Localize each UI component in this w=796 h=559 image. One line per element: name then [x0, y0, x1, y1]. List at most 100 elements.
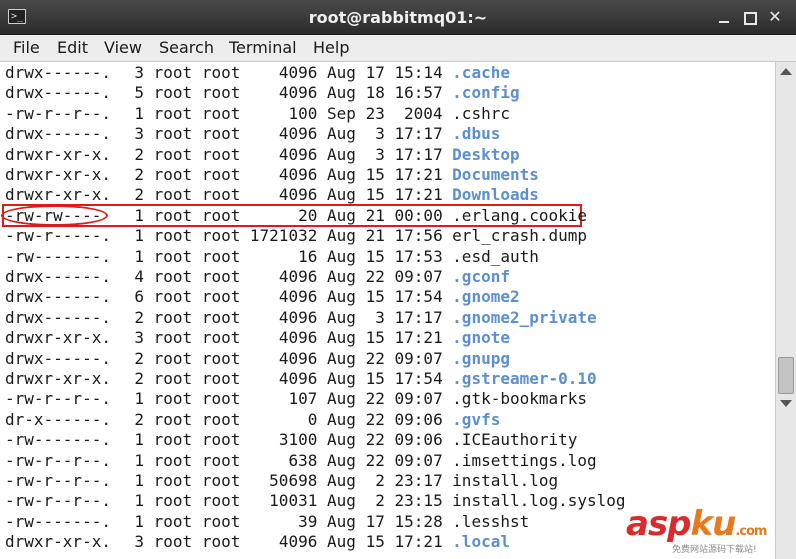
menu-file[interactable]: File	[13, 35, 40, 62]
owner: root	[153, 205, 193, 225]
permissions: -rw-r--r--.	[5, 450, 111, 470]
group: root	[201, 205, 241, 225]
menu-help[interactable]: Help	[313, 35, 349, 62]
group: root	[201, 63, 241, 82]
maximize-icon[interactable]	[740, 8, 758, 26]
file-size: 4096	[278, 144, 318, 164]
time: 09:06	[394, 409, 443, 429]
time: 09:07	[394, 267, 443, 286]
owner: root	[153, 144, 193, 164]
terminal-output[interactable]: drwx------. 3 root root 4096 Aug 17 15:14 .…	[0, 62, 775, 559]
file-size: 4096	[278, 532, 318, 552]
owner: root	[153, 532, 193, 552]
menu-edit[interactable]: Edit	[57, 35, 88, 62]
group: root	[201, 450, 241, 470]
owner: root	[153, 226, 193, 246]
scroll-thumb[interactable]	[778, 357, 794, 394]
day: 22	[365, 389, 385, 409]
link-count: 4	[134, 267, 144, 286]
close-icon[interactable]: ✕	[766, 8, 784, 26]
file-name: .gtk-bookmarks	[452, 389, 588, 409]
file-size: 4096	[278, 83, 318, 103]
file-name: .erlang.cookie	[452, 205, 588, 225]
owner: root	[153, 389, 193, 409]
directory-name: .gnome2_private	[452, 307, 597, 327]
listing-row: drwxr-xr-x. 3 root root 4096 Aug 15 17:21 .…	[5, 328, 510, 348]
link-count: 1	[134, 450, 144, 470]
file-name: install.log.syslog	[452, 491, 626, 511]
permissions: -rw-------.	[5, 511, 111, 531]
time: 17:17	[394, 124, 443, 144]
day: 15	[365, 532, 385, 552]
month: Aug	[326, 389, 356, 409]
title-bar[interactable]: >_ root@rabbitmq01:~ ✕	[0, 0, 796, 35]
permissions: drwx------.	[5, 124, 111, 144]
scroll-down-icon[interactable]	[780, 400, 792, 407]
file-size: 50698	[269, 471, 318, 490]
file-size: 4096	[278, 267, 318, 286]
link-count: 1	[134, 246, 144, 266]
group: root	[201, 267, 241, 286]
file-size: 39	[298, 511, 318, 531]
time: 17:54	[394, 369, 443, 388]
group: root	[201, 511, 241, 531]
file-size: 4096	[278, 63, 318, 82]
month: Sep	[326, 103, 356, 123]
group: root	[201, 409, 241, 429]
listing-row: -rw-r--r--. 1 root root 638 Aug 22 09:07 .i…	[5, 451, 597, 471]
owner: root	[153, 328, 193, 348]
month: Aug	[326, 226, 356, 246]
listing-row: drwx------. 3 root root 4096 Aug 17 15:14 .…	[5, 63, 510, 83]
group: root	[201, 491, 241, 511]
directory-name: .dbus	[452, 124, 501, 144]
day: 15	[365, 165, 385, 184]
listing-row: -rw-------. 1 root root 3100 Aug 22 09:06 .…	[5, 430, 577, 450]
link-count: 2	[134, 369, 144, 388]
permissions: drwx------.	[5, 267, 111, 286]
day: 2	[375, 471, 385, 490]
permissions: -rw-r--r--.	[5, 103, 111, 123]
day: 23	[365, 103, 385, 123]
owner: root	[153, 471, 193, 490]
listing-row: drwxr-xr-x. 3 root root 4096 Aug 15 17:21 .…	[5, 532, 510, 552]
file-size: 4096	[278, 287, 318, 307]
time: 23:17	[394, 471, 443, 490]
month: Aug	[326, 471, 356, 490]
time: 17:54	[394, 287, 443, 307]
scroll-up-icon[interactable]	[780, 68, 792, 75]
owner: root	[153, 511, 193, 531]
month: Aug	[326, 511, 356, 531]
listing-row: -rw-r-----. 1 root root 1721032 Aug 21 17:5…	[5, 226, 587, 246]
menu-terminal[interactable]: Terminal	[229, 35, 297, 62]
permissions: drwx------.	[5, 348, 111, 368]
menu-search[interactable]: Search	[159, 35, 214, 62]
day: 21	[365, 226, 385, 246]
permissions: -rw-r--r--.	[5, 471, 111, 490]
permissions: -rw-------.	[5, 430, 111, 450]
group: root	[201, 532, 241, 552]
day: 17	[365, 511, 385, 531]
month: Aug	[326, 328, 356, 348]
minimize-icon[interactable]	[715, 8, 733, 26]
owner: root	[153, 63, 193, 82]
owner: root	[153, 287, 193, 307]
group: root	[201, 144, 241, 164]
group: root	[201, 124, 241, 144]
day: 22	[365, 267, 385, 286]
file-size: 4096	[278, 369, 318, 388]
file-size: 1721032	[249, 226, 318, 246]
permissions: drwx------.	[5, 287, 111, 307]
link-count: 2	[134, 348, 144, 368]
listing-row: -rw-r--r--. 1 root root 107 Aug 22 09:07 .g…	[5, 389, 587, 409]
menu-view[interactable]: View	[104, 35, 142, 62]
month: Aug	[326, 144, 356, 164]
listing-row: -rw-r--r--. 1 root root 10031 Aug 2 23:15 i…	[5, 491, 626, 511]
link-count: 3	[134, 532, 144, 552]
owner: root	[153, 450, 193, 470]
time: 17:21	[394, 328, 443, 348]
group: root	[201, 287, 241, 307]
group: root	[201, 348, 241, 368]
time: 09:07	[394, 348, 443, 368]
file-size: 4096	[278, 307, 318, 327]
vertical-scrollbar[interactable]	[775, 62, 796, 559]
